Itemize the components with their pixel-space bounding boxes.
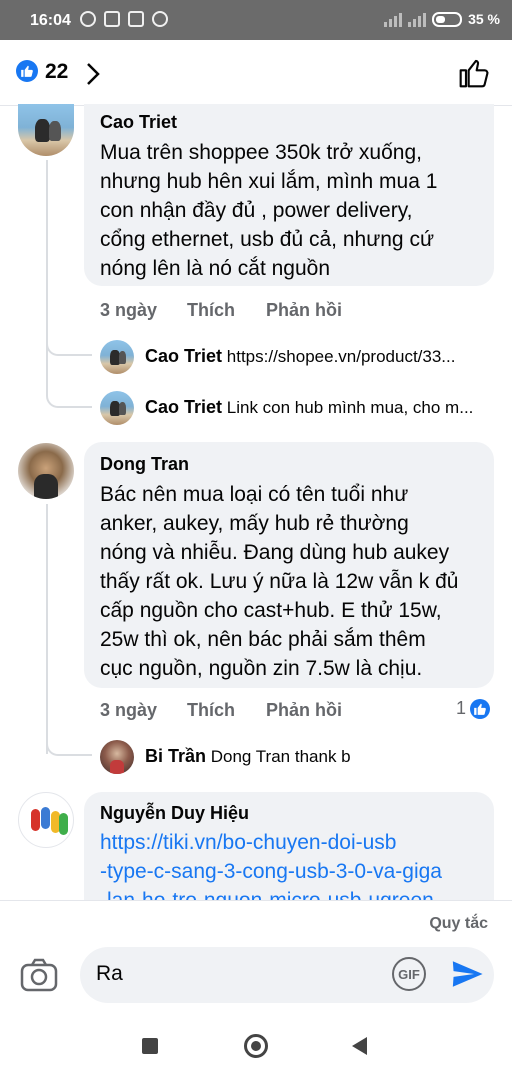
comment-author[interactable]: Cao Triet bbox=[100, 112, 177, 133]
back-button[interactable] bbox=[352, 1037, 367, 1055]
like-count: 22 bbox=[45, 60, 69, 83]
signal-icon bbox=[384, 11, 403, 27]
gif-button[interactable]: GIF bbox=[392, 957, 426, 991]
like-comment-button[interactable]: Thích bbox=[187, 700, 235, 721]
comment-time: 3 ngày bbox=[100, 300, 158, 320]
like-button-icon[interactable] bbox=[458, 57, 490, 89]
avatar[interactable] bbox=[18, 792, 74, 848]
comment-link[interactable]: https://tiki.vn/bo-chuyen-doi-usb -type-… bbox=[100, 828, 442, 900]
reply-comment-button[interactable]: Phản hồi bbox=[266, 700, 342, 721]
thread-line bbox=[46, 504, 48, 754]
avatar[interactable] bbox=[100, 391, 134, 425]
comment-author[interactable]: Nguyễn Duy Hiệu bbox=[100, 803, 249, 824]
comment-text: Mua trên shoppee 350k trở xuống, nhưng h… bbox=[100, 141, 438, 280]
reply-text: Link con hub mình mua, cho m... bbox=[226, 398, 474, 417]
comment-input-value[interactable]: Ra bbox=[96, 962, 123, 986]
reply-preview[interactable]: Cao Triet https://shopee.vn/product/33..… bbox=[145, 346, 495, 367]
avatar[interactable] bbox=[18, 443, 74, 499]
rules-link[interactable]: Quy tắc bbox=[429, 915, 488, 933]
reply-author: Cao Triet bbox=[145, 346, 223, 366]
app-notification-icon bbox=[128, 11, 144, 27]
send-icon[interactable] bbox=[450, 957, 484, 991]
like-reaction-icon bbox=[16, 60, 38, 82]
camera-icon[interactable] bbox=[20, 958, 58, 992]
like-comment-button[interactable]: Thích bbox=[187, 300, 235, 321]
battery-icon bbox=[432, 11, 463, 27]
status-icons bbox=[80, 11, 168, 27]
reply-preview[interactable]: Cao Triet Link con hub mình mua, cho m..… bbox=[145, 397, 495, 418]
recents-button[interactable] bbox=[142, 1038, 158, 1054]
reply-text: Dong Tran thank b bbox=[210, 747, 351, 766]
like-reaction-icon bbox=[470, 698, 491, 719]
shop-icon bbox=[104, 11, 120, 27]
reaction-count: 1 bbox=[456, 698, 467, 718]
status-bar: 16:04 35 % bbox=[0, 0, 512, 40]
comment-time: 3 ngày bbox=[100, 700, 158, 720]
reply-text: https://shopee.vn/product/33... bbox=[226, 347, 456, 366]
chevron-right-icon[interactable] bbox=[86, 62, 100, 86]
signal-icon-2 bbox=[408, 11, 427, 27]
battery-percent: 35 % bbox=[468, 11, 500, 27]
status-time: 16:04 bbox=[30, 12, 71, 29]
reply-comment-button[interactable]: Phản hồi bbox=[266, 300, 342, 321]
reply-author: Cao Triet bbox=[145, 397, 223, 417]
reply-preview[interactable]: Bi Trần Dong Tran thank b bbox=[145, 746, 495, 767]
home-button[interactable] bbox=[244, 1034, 268, 1058]
comment-input[interactable] bbox=[80, 947, 494, 1003]
reply-author: Bi Trần bbox=[145, 746, 207, 766]
avatar[interactable] bbox=[100, 740, 134, 774]
thread-line bbox=[46, 160, 48, 346]
comment-text: Bác nên mua loại có tên tuổi như anker, … bbox=[100, 483, 459, 680]
reaction-summary[interactable]: 1 bbox=[456, 698, 491, 719]
status-right: 35 % bbox=[384, 11, 500, 27]
alarm-icon bbox=[80, 11, 96, 27]
avatar[interactable] bbox=[100, 340, 134, 374]
download-icon bbox=[152, 11, 168, 27]
comment-author[interactable]: Dong Tran bbox=[100, 454, 189, 475]
reactions-header[interactable]: 22 bbox=[0, 40, 512, 106]
thread-line-branch bbox=[46, 736, 92, 756]
thread-line-branch bbox=[46, 346, 92, 408]
